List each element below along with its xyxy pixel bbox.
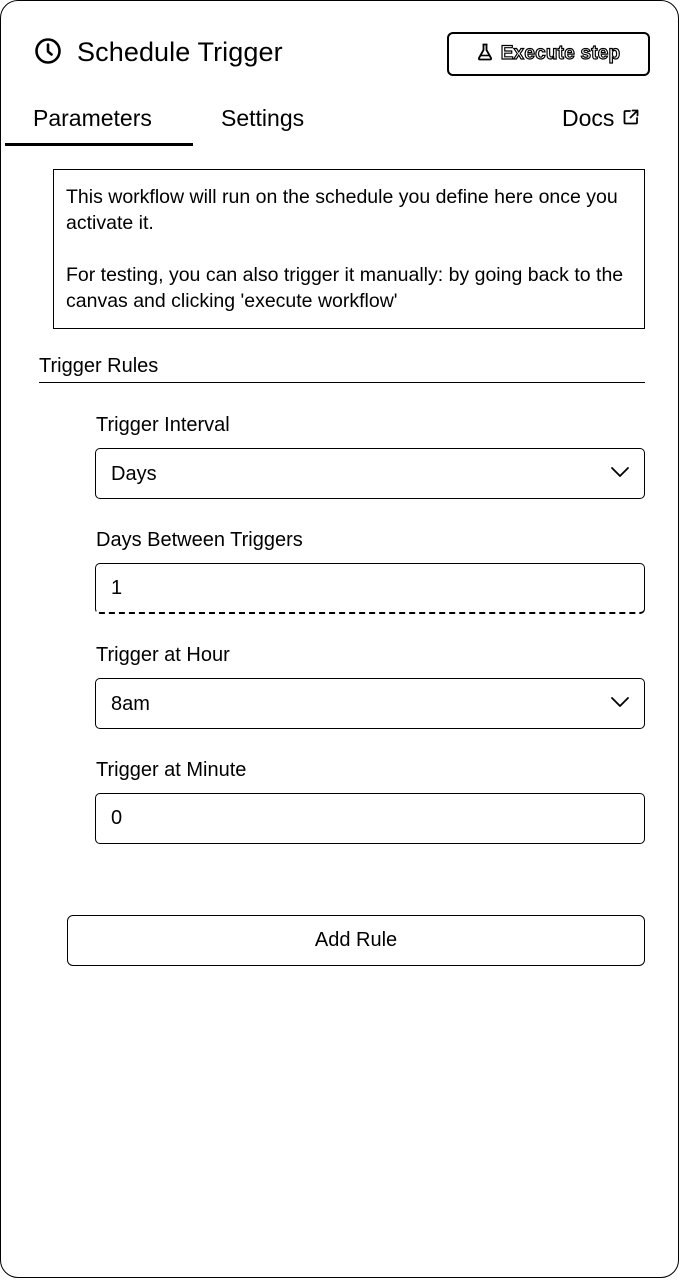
trigger-interval-select[interactable]: Days — [95, 448, 645, 499]
chevron-down-icon — [610, 465, 630, 483]
trigger-hour-label: Trigger at Hour — [96, 644, 230, 666]
tab-docs[interactable]: Docs — [562, 102, 640, 134]
trigger-interval-value: Days — [111, 462, 157, 485]
notice-text-testing: For testing, you can also trigger it man… — [66, 264, 624, 312]
trigger-minute-input[interactable] — [111, 807, 630, 830]
days-between-input[interactable] — [111, 576, 630, 600]
execute-step-button[interactable]: Execute step — [447, 32, 650, 76]
notice-text-activation: This workflow will run on the schedule y… — [66, 186, 618, 234]
section-divider — [39, 382, 645, 383]
trigger-hour-value: 8am — [111, 692, 150, 715]
trigger-rules-title: Trigger Rules — [39, 355, 159, 377]
active-tab-indicator — [5, 143, 193, 146]
trigger-minute-input-wrapper[interactable] — [95, 793, 645, 844]
days-between-input-wrapper[interactable] — [95, 563, 645, 614]
days-between-label: Days Between Triggers — [96, 529, 303, 551]
trigger-hour-select[interactable]: 8am — [95, 678, 645, 729]
add-rule-button[interactable]: Add Rule — [67, 915, 645, 966]
clock-icon — [34, 37, 62, 65]
node-title: Schedule Trigger — [77, 37, 283, 67]
schedule-notice: This workflow will run on the schedule y… — [53, 169, 645, 329]
node-settings-panel: Schedule Trigger Execute step Parameters… — [0, 0, 679, 1278]
tab-parameters[interactable]: Parameters — [33, 102, 152, 134]
flask-icon — [477, 43, 493, 66]
execute-step-label: Execute step — [500, 42, 621, 64]
trigger-minute-label: Trigger at Minute — [96, 759, 247, 781]
tab-settings[interactable]: Settings — [221, 102, 304, 134]
external-link-icon — [622, 102, 640, 134]
docs-label: Docs — [562, 105, 615, 131]
chevron-down-icon — [610, 695, 630, 713]
trigger-interval-label: Trigger Interval — [96, 414, 230, 436]
